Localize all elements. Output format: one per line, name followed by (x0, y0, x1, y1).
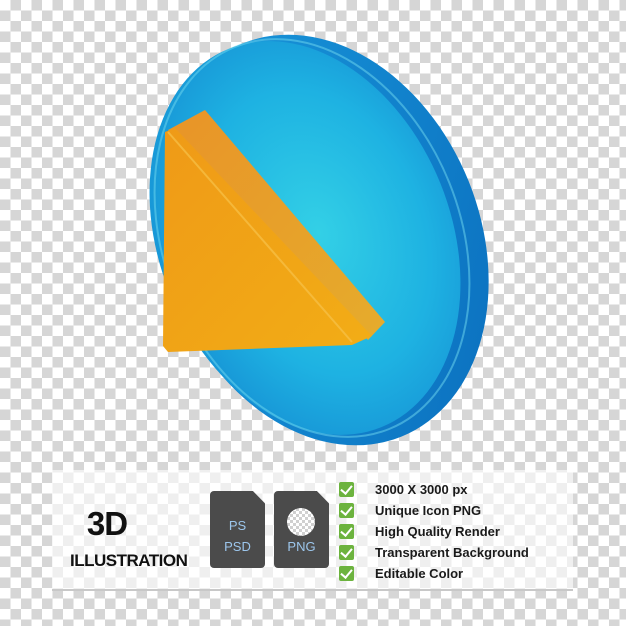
banner-subtitle: ILLUSTRATION (70, 551, 188, 570)
checkmark-icon (339, 524, 354, 539)
checkmark-icon (339, 503, 354, 518)
feature-item: Editable Color (339, 563, 529, 584)
feature-item: High Quality Render (339, 521, 529, 542)
png-file-icon: PNG (274, 491, 329, 568)
feature-text: High Quality Render (375, 524, 500, 539)
play-button-illustration (149, 34, 489, 446)
feature-item: Unique Icon PNG (339, 500, 529, 521)
psd-file-icon: PS PSD (210, 491, 265, 568)
psd-file-label-1: PS (228, 518, 247, 533)
psd-file-label-2: PSD (224, 539, 251, 554)
feature-list: 3000 X 3000 px Unique Icon PNG High Qual… (339, 479, 529, 584)
feature-text: 3000 X 3000 px (375, 482, 468, 497)
png-file-label: PNG (287, 539, 316, 554)
feature-item: Transparent Background (339, 542, 529, 563)
transparency-circle-icon (287, 508, 315, 536)
checkmark-icon (339, 482, 354, 497)
checkmark-icon (339, 545, 354, 560)
feature-text: Editable Color (375, 566, 464, 581)
disc (149, 34, 489, 446)
feature-text: Transparent Background (375, 545, 529, 560)
feature-text: Unique Icon PNG (375, 503, 482, 518)
feature-item: 3000 X 3000 px (339, 479, 529, 500)
banner-title: 3D (86, 505, 128, 542)
checkmark-icon (339, 566, 354, 581)
